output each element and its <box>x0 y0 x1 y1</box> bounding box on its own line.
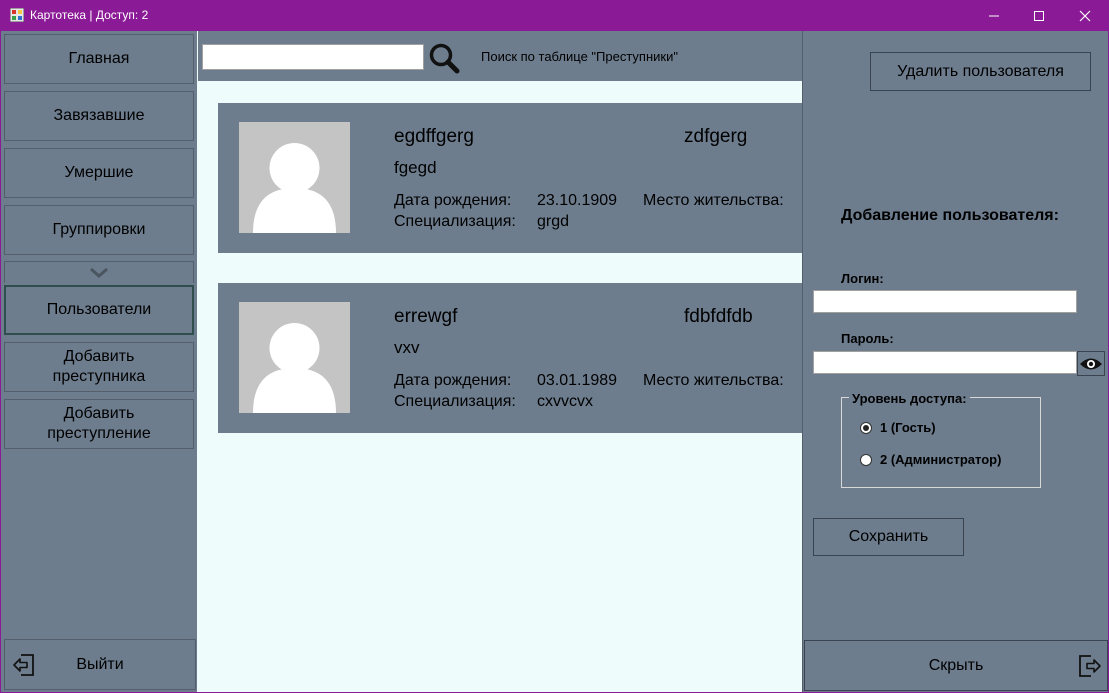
main-window: Главная Завязавшие Умершие Группировки П… <box>1 31 1108 692</box>
nav-add-criminal-button[interactable]: Добавить преступника <box>4 342 194 392</box>
title-bar: Картотека | Доступ: 2 <box>0 0 1109 31</box>
show-password-button[interactable] <box>1077 351 1105 376</box>
access-option-admin[interactable]: 2 (Администратор) <box>860 452 1001 467</box>
card-name-left: egdffgerg <box>394 126 474 147</box>
radio-selected-icon <box>860 421 872 434</box>
logout-label: Выйти <box>76 655 124 673</box>
specialization-value: grgd <box>537 213 570 230</box>
access-option-label: 2 (Администратор) <box>880 452 1002 467</box>
login-input[interactable] <box>813 290 1077 313</box>
nav-reformed-button[interactable]: Завязавшие <box>4 91 194 141</box>
login-label: Логин: <box>841 271 884 286</box>
criminal-card[interactable]: errewgf fdbfdfdb vxv Дата рождения: 03.0… <box>218 283 803 433</box>
nav-home-button[interactable]: Главная <box>4 34 194 84</box>
chevron-down-icon <box>90 267 108 278</box>
user-silhouette-icon <box>253 323 336 413</box>
birth-date-label: Дата рождения: <box>394 192 512 209</box>
password-label: Пароль: <box>841 331 894 346</box>
minimize-icon <box>989 15 999 16</box>
specialization-label: Специализация: <box>394 393 516 410</box>
access-option-label: 1 (Гость) <box>880 420 936 435</box>
close-button[interactable] <box>1062 0 1108 31</box>
card-name-right: fdbfdfdb <box>684 306 753 327</box>
nav-gangs-button[interactable]: Группировки <box>4 205 194 255</box>
nav-add-crime-button[interactable]: Добавить преступление <box>4 399 194 449</box>
hide-label: Скрыть <box>928 656 984 674</box>
radio-empty-icon <box>860 453 872 466</box>
logout-icon <box>13 654 34 676</box>
access-option-guest[interactable]: 1 (Гость) <box>860 420 936 435</box>
nav-deceased-button[interactable]: Умершие <box>4 148 194 198</box>
password-input[interactable] <box>813 351 1077 374</box>
close-icon <box>1079 10 1091 21</box>
criminal-card[interactable]: egdffgerg zdfgerg fgegd Дата рождения: 2… <box>218 103 803 253</box>
card-subtitle: vxv <box>394 338 420 357</box>
specialization-value: cxvvcvx <box>537 393 593 410</box>
search-bar: Поиск по таблице "Преступники" <box>198 31 803 81</box>
save-button[interactable]: Сохранить <box>813 518 964 556</box>
collapse-toggle[interactable] <box>4 261 194 283</box>
window-title: Картотека | Доступ: 2 <box>30 8 149 22</box>
avatar <box>239 122 350 233</box>
delete-user-button[interactable]: Удалить пользователя <box>870 52 1091 91</box>
card-subtitle: fgegd <box>394 158 437 177</box>
user-silhouette-icon <box>253 143 336 233</box>
maximize-button[interactable] <box>1016 0 1062 31</box>
card-name-right: zdfgerg <box>684 126 748 147</box>
exit-icon <box>1079 655 1101 677</box>
nav-users-button[interactable]: Пользователи <box>4 285 194 335</box>
hide-panel-button[interactable]: Скрыть <box>804 640 1108 691</box>
avatar <box>239 302 350 413</box>
access-level-label: Уровень доступа: <box>849 391 970 406</box>
search-label: Поиск по таблице "Преступники" <box>481 49 678 64</box>
birth-date-value: 23.10.1909 <box>537 192 618 209</box>
residence-label: Место жительства: <box>643 192 784 209</box>
birth-date-label: Дата рождения: <box>394 372 512 389</box>
residence-label: Место жительства: <box>643 372 784 389</box>
add-user-heading: Добавление пользователя: <box>841 207 1059 224</box>
minimize-button[interactable] <box>971 0 1017 31</box>
sidebar: Главная Завязавшие Умершие Группировки П… <box>1 31 197 692</box>
app-icon <box>10 8 24 22</box>
search-input[interactable] <box>202 44 424 70</box>
birth-date-value: 03.01.1989 <box>537 372 618 389</box>
specialization-label: Специализация: <box>394 213 516 230</box>
maximize-icon <box>1034 10 1044 21</box>
logout-button[interactable]: Выйти <box>4 639 196 690</box>
search-icon[interactable] <box>428 42 460 74</box>
user-panel: Удалить пользователя Добавление пользова… <box>802 31 1108 692</box>
card-name-left: errewgf <box>394 306 458 327</box>
access-level-group: Уровень доступа: 1 (Гость) 2 (Администра… <box>841 391 1041 488</box>
eye-icon <box>1080 358 1102 369</box>
